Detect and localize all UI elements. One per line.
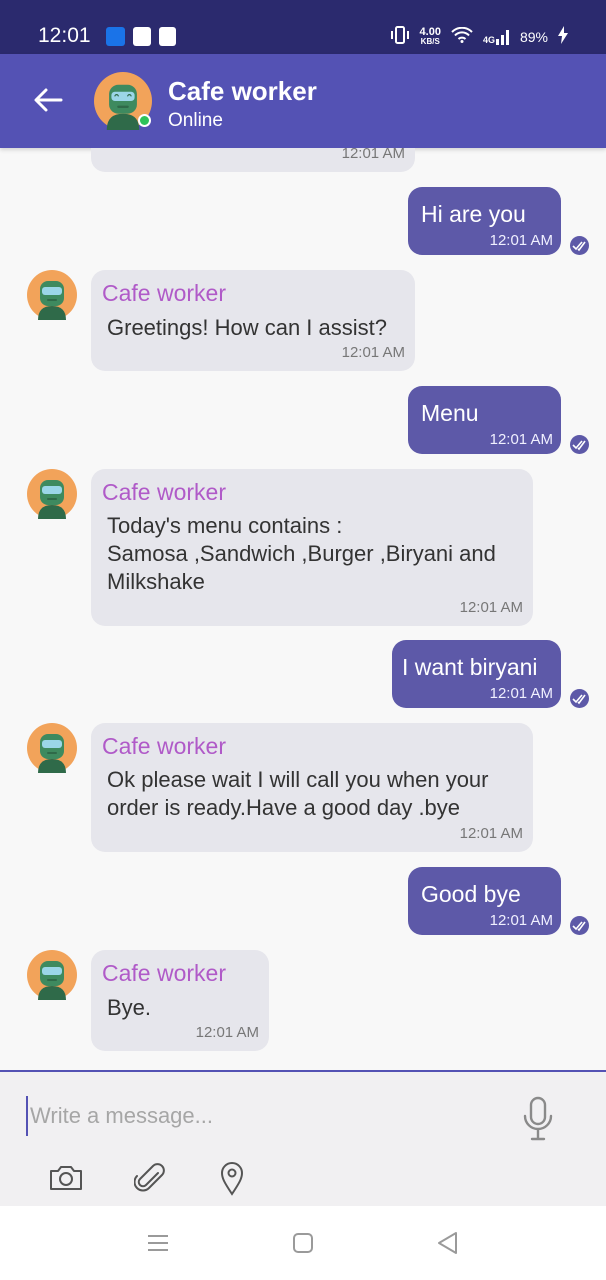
message-input[interactable] (26, 1096, 496, 1136)
sender-name: Cafe worker (102, 479, 226, 505)
network-type: 4G (482, 34, 495, 45)
back-triangle-icon (438, 1232, 457, 1254)
microphone-button[interactable] (520, 1096, 556, 1142)
incoming-message: Cafe worker Greetings! How can I assist?… (91, 270, 415, 371)
message-text: Menu (421, 400, 479, 426)
speed-value: 4.00 (419, 25, 441, 38)
usb-icon (106, 27, 125, 46)
home-square-icon (293, 1233, 313, 1253)
status-time: 12:01 (38, 24, 91, 47)
sender-name: Cafe worker (102, 960, 226, 986)
sender-avatar[interactable] (27, 270, 77, 320)
location-button[interactable] (212, 1158, 252, 1198)
message-time: 12:01 AM (341, 148, 405, 162)
outgoing-message: I want biryani 12:01 AM (392, 640, 561, 708)
back-button[interactable] (24, 76, 72, 124)
message-time: 12:01 AM (195, 1024, 259, 1041)
home-button[interactable] (288, 1228, 318, 1258)
network-speed: 4.00 KB/S (419, 25, 441, 47)
wifi-icon (451, 26, 473, 46)
message-time: 12:01 AM (459, 599, 523, 616)
location-pin-icon (220, 1162, 244, 1196)
back-nav-button[interactable] (432, 1228, 462, 1258)
contact-status: Online (168, 110, 223, 131)
message-time: 12:01 AM (489, 685, 553, 702)
cellular-signal-icon: 4G (483, 29, 510, 45)
attachment-button[interactable] (130, 1158, 170, 1198)
read-receipt-icon (570, 236, 589, 255)
mail-icon (133, 27, 151, 46)
message-time: 12:01 AM (459, 825, 523, 842)
incoming-message: 12:01 AM (91, 148, 415, 172)
outgoing-message: Good bye 12:01 AM (408, 867, 561, 935)
incoming-message: Cafe worker Ok please wait I will call y… (91, 723, 533, 852)
microphone-icon (523, 1096, 553, 1141)
notification-icons (106, 27, 176, 46)
message-text: Good bye (421, 881, 521, 907)
message-time: 12:01 AM (489, 912, 553, 929)
message-text: I want biryani (402, 654, 538, 680)
message-time: 12:01 AM (341, 344, 405, 361)
speed-unit: KB/S (420, 36, 440, 46)
square-notification-icon (159, 27, 176, 46)
message-text: Today's menu contains : Samosa ,Sandwich… (107, 513, 496, 594)
message-composer (0, 1070, 606, 1206)
read-receipt-icon (570, 435, 589, 454)
message-text: Greetings! How can I assist? (107, 315, 388, 340)
message-list[interactable]: 12:01 AM Hi are you 12:01 AM Cafe worker… (0, 148, 606, 1070)
read-receipt-icon (570, 689, 589, 708)
incoming-message: Cafe worker Today's menu contains : Samo… (91, 469, 533, 626)
message-text: Bye. (107, 995, 152, 1020)
status-bar: 12:01 4.00 KB/S 4G 89% (0, 0, 606, 54)
system-navigation-bar (0, 1206, 606, 1280)
status-indicators: 4.00 KB/S 4G 89% (390, 26, 568, 47)
charging-icon (558, 26, 568, 47)
sender-avatar[interactable] (27, 723, 77, 773)
chat-header: Cafe worker Online (0, 54, 606, 148)
read-receipt-icon (570, 916, 589, 935)
incoming-message: Cafe worker Bye. 12:01 AM (91, 950, 269, 1051)
vibrate-icon (390, 26, 410, 47)
back-arrow-icon (34, 88, 63, 112)
outgoing-message: Hi are you 12:01 AM (408, 187, 561, 255)
sender-avatar[interactable] (27, 950, 77, 1000)
message-text: Ok please wait I will call you when your… (107, 767, 489, 820)
outgoing-message: Menu 12:01 AM (408, 386, 561, 454)
online-indicator (138, 114, 151, 127)
message-time: 12:01 AM (489, 232, 553, 249)
camera-button[interactable] (46, 1158, 86, 1198)
sender-name: Cafe worker (102, 280, 226, 306)
battery-level: 89% (519, 28, 548, 45)
sender-name: Cafe worker (102, 733, 226, 759)
message-text: Hi are you (421, 201, 526, 227)
contact-name: Cafe worker (168, 76, 317, 106)
message-time: 12:01 AM (489, 431, 553, 448)
paperclip-icon (134, 1163, 165, 1192)
camera-icon (50, 1166, 82, 1190)
contact-avatar[interactable] (94, 72, 152, 130)
recents-button[interactable] (143, 1228, 173, 1258)
sender-avatar[interactable] (27, 469, 77, 519)
menu-icon (148, 1235, 168, 1251)
